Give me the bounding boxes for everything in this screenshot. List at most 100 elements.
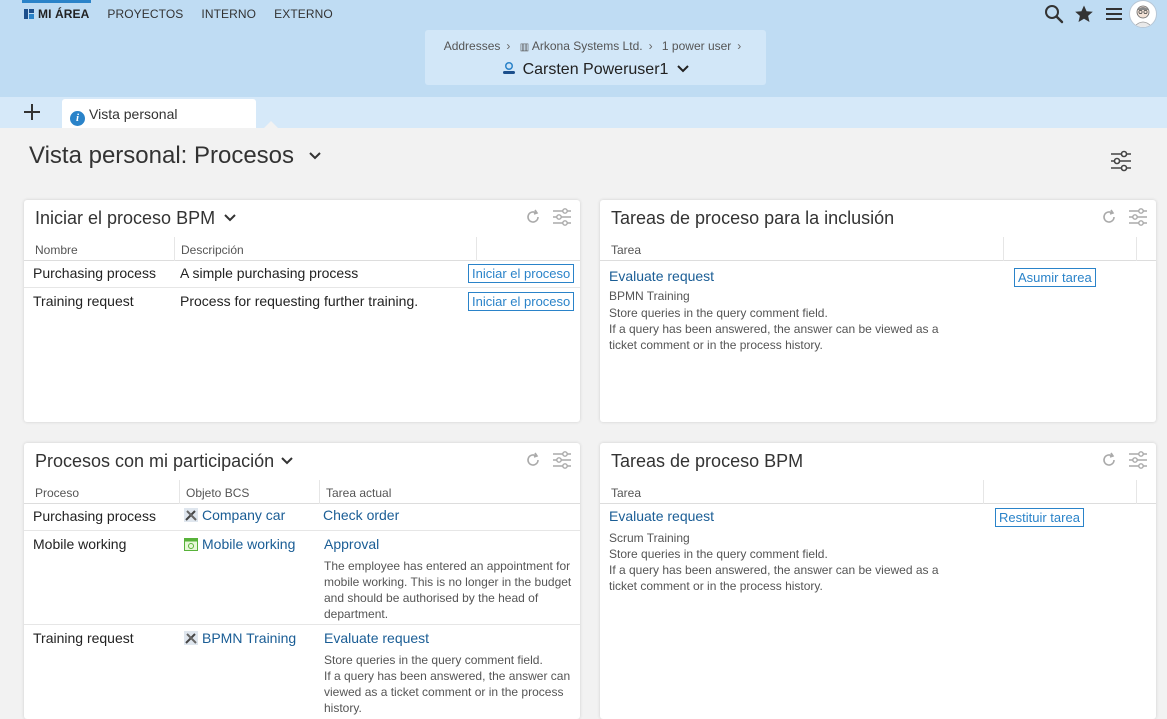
panel-settings-icon[interactable] xyxy=(1128,451,1148,469)
task-link[interactable]: Evaluate request xyxy=(609,268,714,284)
panel-title-text: Procesos con mi participación xyxy=(35,451,275,471)
start-process-button[interactable]: Iniciar el proceso xyxy=(468,264,575,283)
chevron-down-icon[interactable] xyxy=(677,65,689,73)
breadcrumb-addresses[interactable]: Addresses xyxy=(444,39,501,53)
claim-task-button[interactable]: Asumir tarea xyxy=(1014,268,1096,287)
process-description: A simple purchasing process xyxy=(180,265,359,281)
process-name: Purchasing process xyxy=(33,508,156,524)
column-divider[interactable] xyxy=(1003,237,1004,261)
panel-title: Tareas de proceso BPM xyxy=(611,451,804,471)
col-descripcion[interactable]: Descripción xyxy=(181,243,244,257)
star-icon[interactable] xyxy=(1069,0,1099,28)
task-link[interactable]: Check order xyxy=(323,507,399,523)
task-description: If a query has been answered, the answer… xyxy=(609,563,939,577)
tab-bar: i Vista personal xyxy=(0,97,1167,128)
task-description: department. xyxy=(324,607,389,621)
column-divider[interactable] xyxy=(174,237,175,261)
row-divider xyxy=(24,530,580,531)
task-description: mobile working. This is no longer in the… xyxy=(324,575,572,589)
column-divider[interactable] xyxy=(319,480,320,504)
task-link[interactable]: Approval xyxy=(324,536,379,552)
tab-vista-personal[interactable]: i Vista personal xyxy=(62,99,256,128)
panel-title[interactable]: Iniciar el proceso BPM xyxy=(35,208,236,229)
process-name: Training request xyxy=(33,293,134,309)
contact-title[interactable]: Carsten Poweruser1 xyxy=(425,61,766,79)
nav-interno[interactable]: INTERNO xyxy=(201,7,256,21)
column-divider[interactable] xyxy=(1136,237,1137,261)
col-objeto-bcs[interactable]: Objeto BCS xyxy=(186,486,249,500)
bcs-object-link[interactable]: BPMN Training xyxy=(184,630,296,646)
task-link[interactable]: Evaluate request xyxy=(324,630,429,646)
tab-notch xyxy=(264,121,278,128)
add-tab-button[interactable] xyxy=(22,100,42,124)
breadcrumb-box: Addresses › ▥ Arkona Systems Ltd. › 1 powe… xyxy=(425,30,766,85)
task-link[interactable]: Evaluate request xyxy=(609,508,714,524)
return-task-button[interactable]: Restituir tarea xyxy=(995,508,1084,527)
plus-icon xyxy=(24,104,40,120)
app-header: MI ÁREA PROYECTOS INTERNO EXTERNO Addres… xyxy=(0,0,1167,128)
task-description: viewed as a ticket comment or in the pro… xyxy=(324,685,564,699)
refresh-icon[interactable] xyxy=(524,208,542,226)
bcs-object-link[interactable]: Company car xyxy=(184,507,285,523)
task-subject: BPMN Training xyxy=(609,289,690,303)
panel-settings-icon[interactable] xyxy=(1128,208,1148,226)
col-proceso[interactable]: Proceso xyxy=(35,486,79,500)
info-icon: i xyxy=(70,111,85,126)
task-description: Store queries in the query comment field… xyxy=(609,547,828,561)
page-settings-icon[interactable] xyxy=(1110,150,1132,177)
breadcrumb-company[interactable]: Arkona Systems Ltd. xyxy=(532,39,643,53)
table-header: Tarea xyxy=(600,480,1156,504)
nav-externo[interactable]: EXTERNO xyxy=(274,7,333,21)
bcs-object-label: BPMN Training xyxy=(202,630,297,646)
col-tarea[interactable]: Tarea xyxy=(611,243,641,257)
column-divider[interactable] xyxy=(983,480,984,504)
col-tarea[interactable]: Tarea xyxy=(611,486,641,500)
task-description: If a query has been answered, the answer… xyxy=(324,669,571,683)
person-icon xyxy=(503,62,516,74)
task-description: Store queries in the query comment field… xyxy=(324,653,543,667)
breadcrumb-power-user[interactable]: 1 power user xyxy=(662,39,731,53)
panel-start-process: Iniciar el proceso BPM Nombre Descripció… xyxy=(24,200,580,422)
tools-icon xyxy=(184,508,198,522)
calendar-icon xyxy=(184,538,198,551)
dashboard-icon xyxy=(24,9,34,19)
breadcrumb: Addresses › ▥ Arkona Systems Ltd. › 1 powe… xyxy=(425,39,766,53)
page-title-text: Vista personal: Procesos xyxy=(29,142,295,169)
nav-proyectos[interactable]: PROYECTOS xyxy=(107,7,183,21)
user-avatar[interactable] xyxy=(1129,0,1157,28)
panel-title[interactable]: Procesos con mi participación xyxy=(35,451,293,472)
panel-settings-icon[interactable] xyxy=(552,208,572,226)
column-divider[interactable] xyxy=(179,480,180,504)
nav-mi-area[interactable]: MI ÁREA xyxy=(21,0,92,21)
column-divider[interactable] xyxy=(1136,480,1137,504)
chevron-down-icon[interactable] xyxy=(308,152,321,160)
bcs-object-label: Company car xyxy=(202,507,286,523)
panel-tools xyxy=(524,451,572,469)
chevron-down-icon[interactable] xyxy=(281,457,293,465)
start-process-button[interactable]: Iniciar el proceso xyxy=(468,292,575,311)
task-description: ticket comment or in the process history… xyxy=(609,338,823,352)
top-navigation: MI ÁREA PROYECTOS INTERNO EXTERNO xyxy=(21,0,351,21)
search-icon[interactable] xyxy=(1039,0,1069,28)
row-divider xyxy=(24,287,580,288)
refresh-icon[interactable] xyxy=(1100,451,1118,469)
menu-icon[interactable] xyxy=(1099,0,1129,28)
chevron-down-icon[interactable] xyxy=(224,214,236,222)
col-nombre[interactable]: Nombre xyxy=(35,243,78,257)
task-description: and should be authorised by the head of xyxy=(324,591,539,605)
col-tarea-actual[interactable]: Tarea actual xyxy=(326,486,391,500)
building-icon: ▥ xyxy=(519,42,530,53)
refresh-icon[interactable] xyxy=(1100,208,1118,226)
bcs-object-link[interactable]: Mobile working xyxy=(184,536,295,552)
panel-title-text: Iniciar el proceso BPM xyxy=(35,208,216,228)
task-description: The employee has entered an appointment … xyxy=(324,559,571,573)
column-divider[interactable] xyxy=(476,237,477,261)
refresh-icon[interactable] xyxy=(524,451,542,469)
panel-tools xyxy=(524,208,572,226)
panel-settings-icon[interactable] xyxy=(552,451,572,469)
page-title[interactable]: Vista personal: Procesos xyxy=(29,142,321,170)
tools-icon xyxy=(184,631,198,645)
panel-title: Tareas de proceso para la inclusión xyxy=(611,208,895,228)
row-divider xyxy=(24,624,580,625)
process-description: Process for requesting further training. xyxy=(180,293,419,309)
